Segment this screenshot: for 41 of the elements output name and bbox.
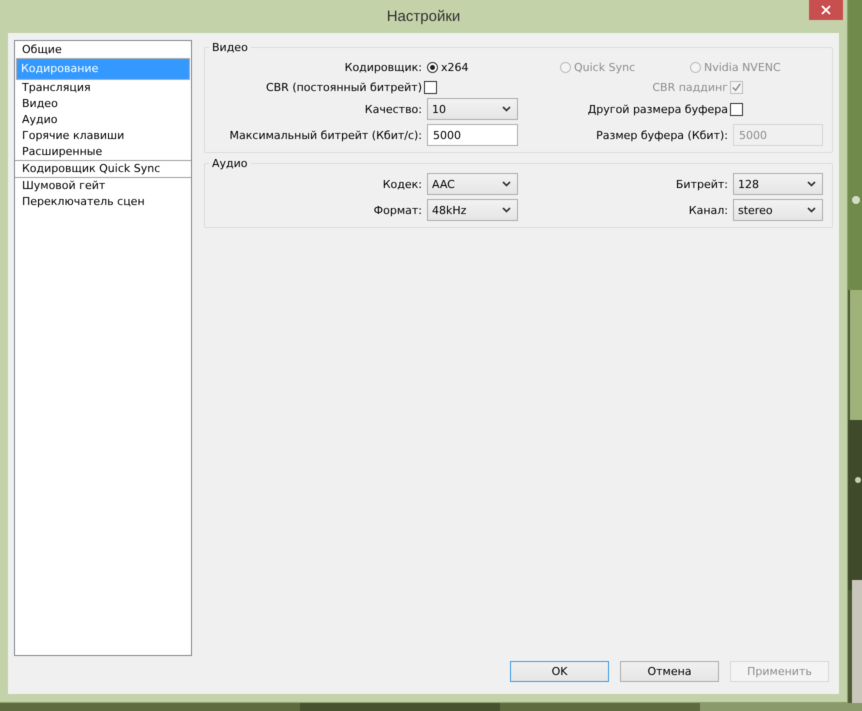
- category-item[interactable]: Общие: [16, 42, 190, 58]
- group-title: Аудио: [211, 157, 249, 170]
- close-icon: [821, 5, 831, 15]
- audio-dropdown[interactable]: 48kHz: [427, 199, 518, 221]
- category-item[interactable]: Кодировщик Quick Sync: [16, 161, 190, 177]
- chevron-down-icon: [502, 207, 511, 213]
- field-label: Битрейт:: [674, 178, 728, 190]
- category-item[interactable]: Видео: [16, 96, 190, 112]
- category-item[interactable]: Аудио: [16, 112, 190, 128]
- field-label: Канал:: [688, 204, 728, 216]
- category-item[interactable]: Переключатель сцен: [16, 194, 190, 210]
- field-label: CBR паддинг: [651, 81, 728, 94]
- close-button[interactable]: [809, 0, 843, 20]
- field-label: Кодек:: [382, 178, 422, 190]
- field-label: Формат:: [372, 204, 422, 216]
- field-label: CBR (постоянный битрейт): [264, 81, 422, 94]
- encoder-radio[interactable]: x264: [427, 57, 560, 77]
- field-label: Качество:: [364, 102, 422, 116]
- quality-dropdown[interactable]: 10: [427, 98, 518, 120]
- window-title: Настройки: [386, 8, 460, 25]
- field-label: Кодировщик:: [344, 60, 422, 74]
- chevron-down-icon: [807, 181, 816, 187]
- field-label: Другой размера буфера: [586, 102, 728, 116]
- chevron-down-icon: [502, 106, 511, 112]
- max-bitrate-field[interactable]: 5000: [427, 124, 518, 146]
- audio-dropdown[interactable]: AAC: [427, 173, 518, 195]
- category-item[interactable]: Шумовой гейт: [16, 178, 190, 194]
- dialog-button[interactable]: OK: [510, 661, 609, 682]
- field-label: Размер буфера (Кбит):: [595, 128, 728, 142]
- chevron-down-icon: [502, 181, 511, 187]
- category-item[interactable]: Расширенные: [16, 144, 190, 160]
- category-item[interactable]: Трансляция: [16, 80, 190, 96]
- checkbox[interactable]: [730, 102, 743, 116]
- chevron-down-icon: [807, 207, 816, 213]
- dialog-button[interactable]: Отмена: [620, 661, 719, 682]
- field-label: Максимальный битрейт (Кбит/с):: [228, 128, 422, 142]
- audio-dropdown[interactable]: stereo: [733, 199, 823, 221]
- checkbox[interactable]: [424, 81, 437, 94]
- audio-dropdown[interactable]: 128: [733, 173, 823, 195]
- category-item[interactable]: Горячие клавиши: [16, 128, 190, 144]
- group-title: Видео: [211, 41, 249, 54]
